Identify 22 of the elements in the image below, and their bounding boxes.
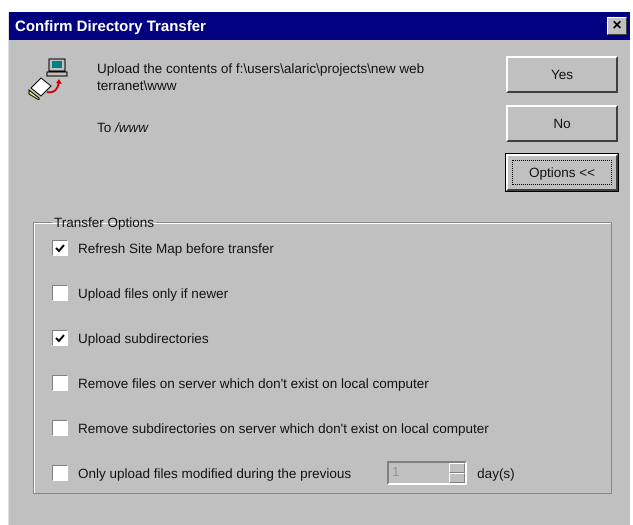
close-button[interactable]: × <box>607 17 627 35</box>
window-title: Confirm Directory Transfer <box>15 18 206 34</box>
checkbox-label: Upload subdirectories <box>78 330 209 346</box>
checkbox-label: Remove subdirectories on server which don't exist on local computer <box>78 420 489 436</box>
checkbox-label: Only upload files modified during the previous <box>78 464 352 482</box>
destination-text: To /www <box>97 120 150 135</box>
checkbox[interactable] <box>52 285 68 301</box>
checkbox[interactable] <box>52 330 68 346</box>
checkbox-label: Upload files only if newer <box>78 284 228 302</box>
group-title: Transfer Options <box>53 215 156 230</box>
checkmark-icon <box>55 244 65 252</box>
dialog-button[interactable]: Yes <box>506 56 618 93</box>
checkmark-icon <box>55 334 65 342</box>
dialog-button[interactable]: Options << <box>506 154 618 191</box>
checkbox[interactable] <box>52 375 68 391</box>
checkbox[interactable] <box>52 240 68 256</box>
checkbox-label: Refresh Site Map before transfer <box>78 240 274 256</box>
checkbox-label: Remove files on server which don't exist on local computer <box>78 374 429 392</box>
checkbox[interactable] <box>52 420 68 436</box>
dialog-button[interactable]: No <box>506 105 618 142</box>
message-text: Upload the contents of f:\users\alaric\projects\new web terranet\www <box>97 60 426 94</box>
unit-label: day(s) <box>477 464 515 482</box>
